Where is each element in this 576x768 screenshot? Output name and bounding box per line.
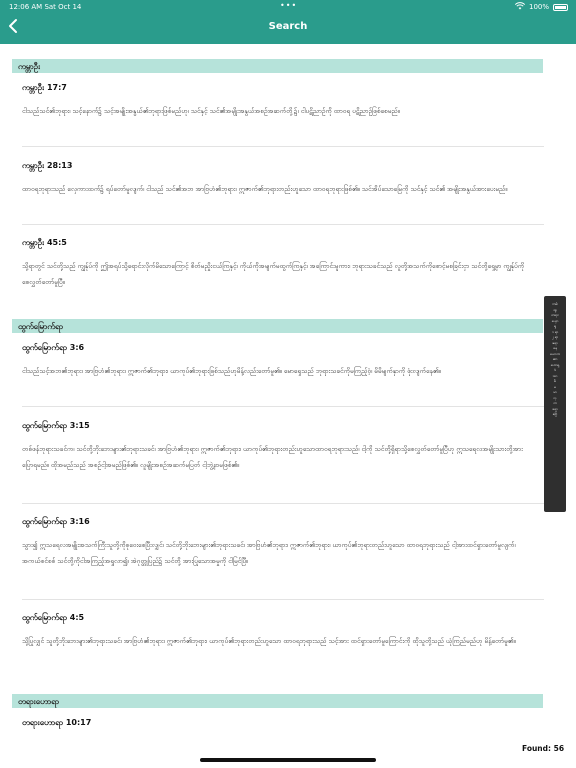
navigation-bar: 12:06 AM Sat Oct 14 ••• 100% Search [0,0,576,44]
list-item[interactable]: ထွက်မြောက်ရာ 3:6 ငါသည်သင့်အဘ၏ဘုရား၊ အာဗြ… [22,342,532,379]
list-item[interactable]: ကမ္ဘာဦး 28:13 ထာဝရဘုရားသည် လှေကားထက်၌ ရပ… [22,160,532,197]
verse-reference: တရားဟောရာ 10:17 [22,718,92,727]
section-header-exodus: ထွက်မြောက်ရာ [12,319,543,333]
list-item[interactable]: တရားဟောရာ 10:17 [22,717,532,738]
list-item[interactable]: ထွက်မြောက်ရာ 3:15 တစ်ဖန်ဘုရားသခင်က၊ သင်တ… [22,420,532,473]
verse-reference: ထွက်မြောက်ရာ 3:6 [22,343,85,352]
found-count: Found: 56 [522,744,565,753]
verse-reference: ကမ္ဘာဦး 45:5 [22,238,67,247]
divider [22,146,544,147]
list-item[interactable]: ထွက်မြောက်ရာ 4:5 သို့ပြုလျှင် သူတို့ဘိုး… [22,612,532,649]
list-item[interactable]: ကမ္ဘာဦး 45:5 သို့ရာတွင် သင်တို့သည် ကျွန်… [22,237,532,290]
divider [22,599,544,600]
verse-text: သွား၍ ဣသရေလအမျိုးအသက်ကြီးသူတို့ကိုစုဝေးစ… [22,541,516,565]
verse-text: ငါသည်သင်၏ဘုရား၊ သင့်နောက်၌ သင့်အမျိုးအနွ… [22,107,400,115]
verse-text: သို့ပြုလျှင် သူတို့ဘိုးဘေးများ၏ဘုရားသခင်… [22,637,516,645]
verse-text: တစ်ဖန်ဘုရားသခင်က၊ သင်တို့ဘိုးဘေးများ၏ဘုရ… [22,445,523,469]
index-item[interactable]: ဧဗြ [544,412,566,418]
divider [22,406,544,407]
home-indicator[interactable] [200,758,376,762]
status-time: 12:06 AM Sat Oct 14 [9,3,82,11]
section-header-deuteronomy: တရားဟောရာ [12,694,543,708]
battery-icon [553,3,568,11]
verse-reference: ထွက်မြောက်ရာ 4:5 [22,613,85,622]
section-header-genesis: ကမ္ဘာဦး [12,59,543,73]
divider [22,224,544,225]
verse-text: သို့ရာတွင် သင်တို့သည် ကျွန်ုပ်ကို ဤအရပ်သ… [22,262,525,286]
page-title: Search [268,21,308,32]
multitask-dots-icon[interactable]: ••• [280,1,297,10]
list-item[interactable]: ကမ္ဘာဦး 17:7 ငါသည်သင်၏ဘုရား၊ သင့်နောက်၌ … [22,82,532,119]
verse-reference: ကမ္ဘာဦး 17:7 [22,83,67,92]
verse-reference: ကမ္ဘာဦး 28:13 [22,161,73,170]
battery-percent: 100% [528,3,549,11]
search-results-list[interactable]: ကမ္ဘာဦး ကမ္ဘာဦး 17:7 ငါသည်သင်၏ဘုရား၊ သင့… [0,44,576,744]
book-index-scrubber[interactable]: ကမ်း ထွ တရား ယှော ရှု၁ ရာ၂ ရာ ဧရာ နေ ယောဘ ဆာ ဟောရ… [544,296,566,512]
list-item[interactable]: ထွက်မြောက်ရာ 3:16 သွား၍ ဣသရေလအမျိုးအသက်က… [22,516,532,569]
verse-text: ထာဝရဘုရားသည် လှေကားထက်၌ ရပ်တော်မူလျက်၊ င… [22,185,508,193]
divider [22,503,544,504]
wifi-icon [514,2,526,12]
verse-reference: ထွက်မြောက်ရာ 3:16 [22,517,90,526]
verse-reference: ထွက်မြောက်ရာ 3:15 [22,421,90,430]
status-bar: 12:06 AM Sat Oct 14 ••• 100% [0,0,576,14]
verse-text: ငါသည်သင့်အဘ၏ဘုရား၊ အာဗြဟံ၏ဘုရား၊ ဣဇာက်၏ဘ… [22,367,441,375]
status-right: 100% [514,2,568,12]
